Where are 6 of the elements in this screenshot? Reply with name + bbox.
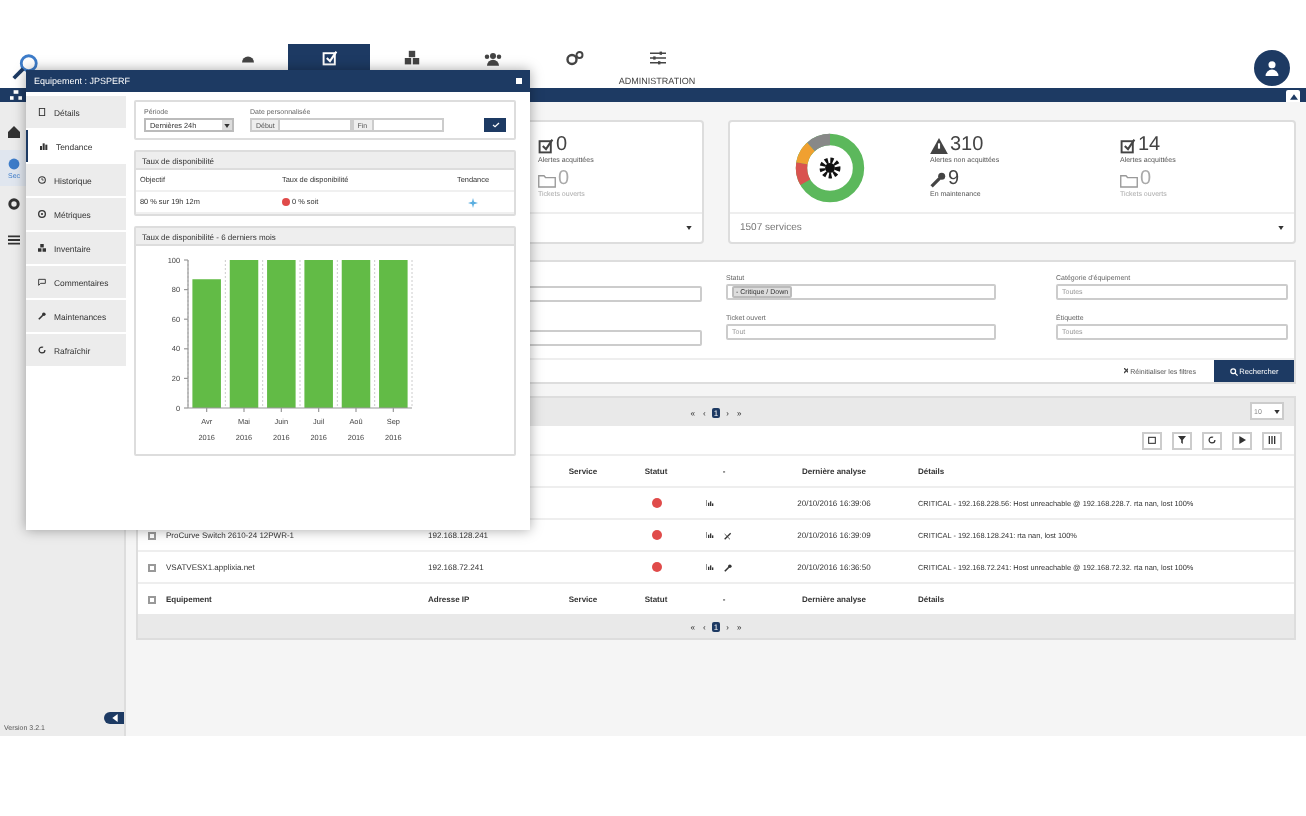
stat-value: 0 <box>1140 170 1152 190</box>
stat-value: 310 <box>950 136 984 156</box>
stat-value: 14 <box>1138 136 1161 156</box>
stat-value: 9 <box>948 170 960 190</box>
stat-value: 0 <box>558 170 570 190</box>
stat-value: 0 <box>556 136 568 156</box>
